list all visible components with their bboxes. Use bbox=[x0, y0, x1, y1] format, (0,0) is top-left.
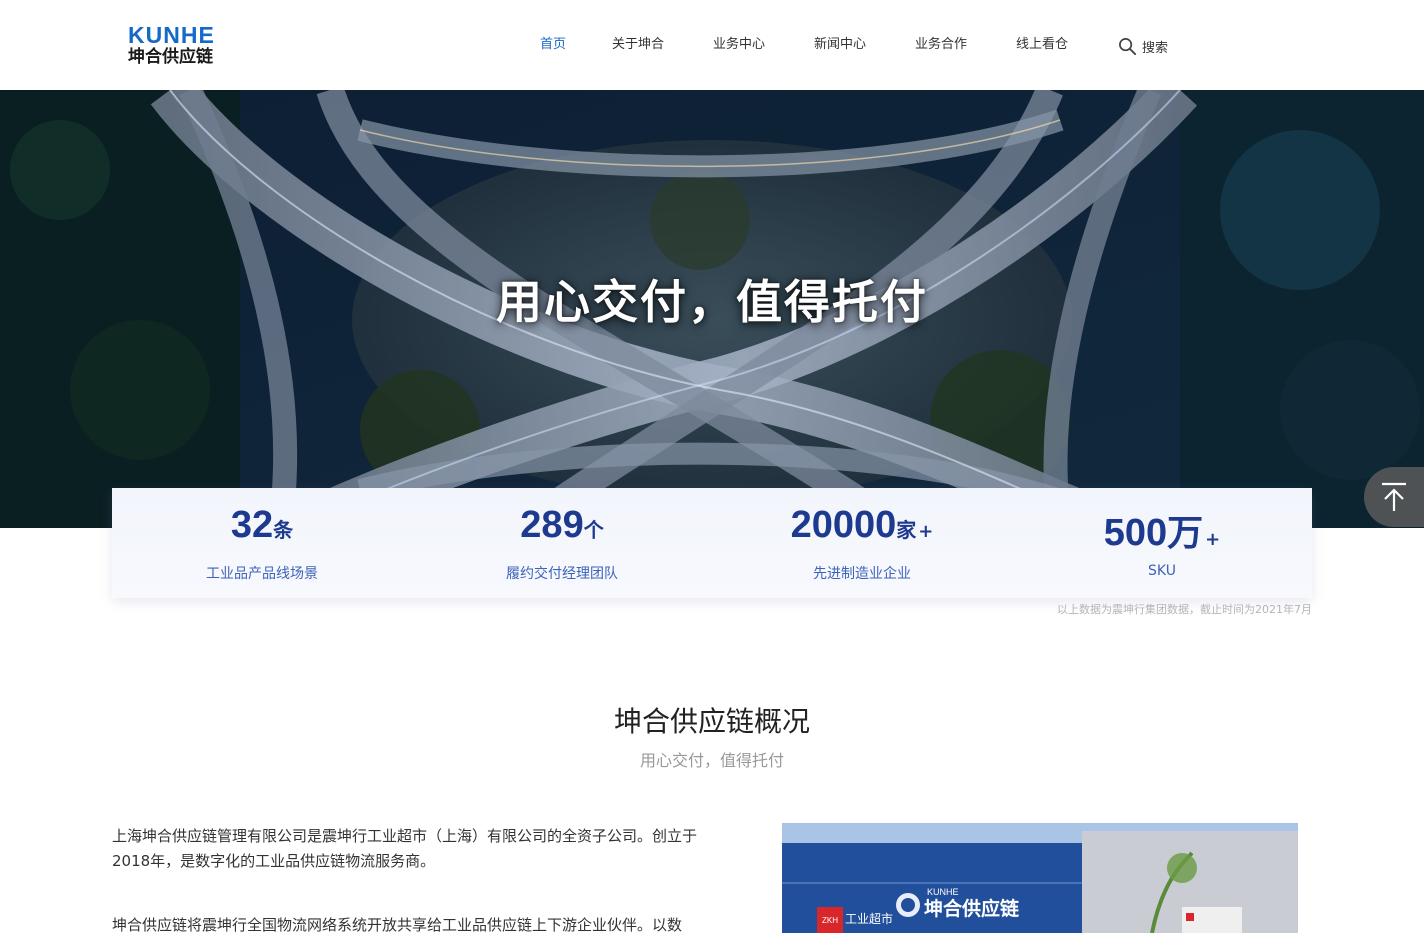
nav-item-about[interactable]: 关于坤合 bbox=[612, 35, 664, 55]
section-title: 坤合供应链概况 bbox=[613, 705, 810, 738]
nav-item-news[interactable]: 新闻中心 bbox=[814, 35, 866, 55]
arrow-up-icon bbox=[1382, 482, 1406, 511]
site-header: KUNHE 坤合供应链 首页 关于坤合 业务中心 新闻中心 业务合作 线上看仓 … bbox=[0, 0, 1424, 90]
stat-unit: 个 bbox=[583, 518, 604, 542]
stats-footnote: 以上数据为震坤行集团数据，截止时间为2021年7月 bbox=[1057, 603, 1312, 616]
stat-number: 500万 + bbox=[1012, 504, 1312, 556]
nav-item-business[interactable]: 业务中心 bbox=[713, 35, 765, 55]
stat-plus: + bbox=[1205, 529, 1221, 550]
warehouse-building-image: ZKH 工业超市 KUNHE 坤合供应链 bbox=[782, 823, 1298, 933]
stat-item: 32条 工业品产品线场景 bbox=[112, 488, 412, 598]
stat-item: 500万 + SKU bbox=[1012, 488, 1312, 598]
photo-badge-text: ZKH bbox=[822, 916, 838, 925]
stat-number: 289个 bbox=[412, 504, 712, 547]
photo-sign-cn: 坤合供应链 bbox=[924, 897, 1019, 920]
stat-label: 履约交付经理团队 bbox=[506, 566, 618, 582]
hero-banner[interactable]: 用心交付，值得托付 bbox=[0, 90, 1424, 528]
stat-value: 289 bbox=[520, 504, 584, 546]
photo-sign-en: KUNHE bbox=[927, 887, 959, 897]
stat-label: 工业品产品线场景 bbox=[206, 566, 318, 582]
stat-value: 20000 bbox=[790, 504, 897, 546]
nav-item-home[interactable]: 首页 bbox=[540, 35, 566, 55]
stat-item: 289个 履约交付经理团队 bbox=[412, 488, 712, 598]
warehouse-photo: ZKH 工业超市 KUNHE 坤合供应链 bbox=[782, 823, 1298, 933]
stat-value: 500 bbox=[1103, 512, 1168, 554]
stat-unit: 万 bbox=[1167, 513, 1204, 554]
stat-unit: 家 bbox=[896, 518, 917, 542]
main-nav: 首页 关于坤合 业务中心 新闻中心 业务合作 线上看仓 搜索 bbox=[0, 0, 1424, 90]
search-button[interactable]: 搜索 bbox=[1118, 35, 1168, 57]
nav-item-warehouse[interactable]: 线上看仓 bbox=[1016, 35, 1068, 55]
stat-label: 先进制造业企业 bbox=[813, 566, 911, 582]
nav-item-cooperation[interactable]: 业务合作 bbox=[915, 35, 967, 55]
photo-store-text: 工业超市 bbox=[845, 911, 893, 926]
back-to-top-button[interactable] bbox=[1364, 467, 1424, 527]
stat-label: SKU bbox=[1148, 563, 1176, 579]
stat-number: 20000家 + bbox=[712, 504, 1012, 547]
hero-title: 用心交付，值得托付 bbox=[496, 275, 928, 329]
overview-paragraph-2: 坤合供应链将震坤行全国物流网络系统开放共享给工业品供应链上下游企业伙伴。以数 bbox=[112, 916, 683, 934]
search-icon bbox=[1119, 37, 1137, 55]
section-subtitle: 用心交付，值得托付 bbox=[639, 751, 784, 770]
overview-paragraph-1: 上海坤合供应链管理有限公司是震坤行工业超市（上海）有限公司的全资子公司。创立于2… bbox=[112, 827, 698, 870]
stat-item: 20000家 + 先进制造业企业 bbox=[712, 488, 1012, 598]
stat-plus: + bbox=[918, 521, 934, 542]
stat-value: 32 bbox=[230, 504, 274, 546]
stat-unit: 条 bbox=[273, 518, 294, 542]
stats-panel: 32条 工业品产品线场景 289个 履约交付经理团队 20000家 + 先进制造业… bbox=[112, 488, 1312, 598]
stat-number: 32条 bbox=[112, 504, 412, 547]
search-label: 搜索 bbox=[1142, 40, 1169, 56]
